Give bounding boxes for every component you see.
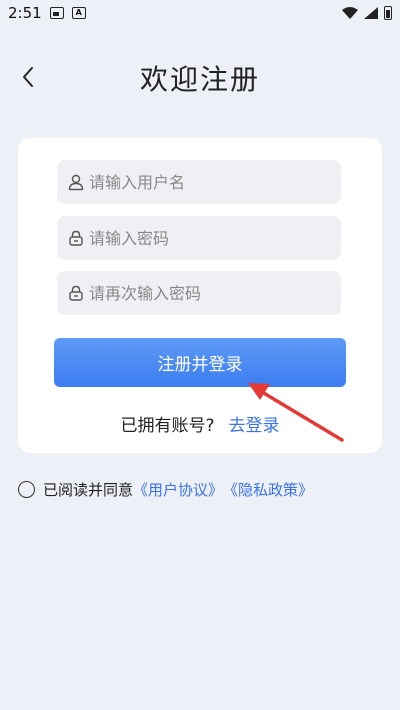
image-notification-icon — [49, 7, 64, 19]
wifi-icon — [342, 7, 358, 19]
privacy-policy-link[interactable]: 《隐私政策》 — [223, 479, 313, 500]
register-login-button[interactable]: 注册并登录 — [54, 338, 346, 387]
password-field[interactable] — [57, 216, 341, 260]
login-prompt: 已拥有账号? — [120, 416, 215, 436]
login-row: 已拥有账号? 去登录 — [18, 411, 382, 436]
username-field[interactable] — [57, 160, 341, 204]
agreement-row: 已阅读并同意 《用户协议》 《隐私政策》 — [18, 479, 313, 500]
status-time: 2:51 — [8, 4, 42, 22]
app-notification-icon: A — [71, 7, 86, 19]
password-input[interactable] — [89, 228, 341, 248]
status-right — [342, 6, 392, 20]
status-bar: 2:51 A — [0, 0, 400, 26]
signal-icon — [364, 7, 378, 19]
confirm-password-field[interactable] — [57, 271, 341, 315]
agree-radio[interactable] — [18, 481, 35, 498]
user-icon — [68, 174, 84, 191]
username-input[interactable] — [89, 172, 341, 192]
lock-icon — [69, 285, 83, 301]
agreement-prefix: 已阅读并同意 — [43, 481, 134, 499]
register-card: 注册并登录 已拥有账号? 去登录 — [18, 138, 382, 453]
header: 欢迎注册 — [0, 52, 400, 102]
battery-icon — [384, 6, 392, 20]
status-left: 2:51 A — [8, 4, 86, 22]
go-login-link[interactable]: 去登录 — [229, 416, 280, 436]
lock-icon — [69, 230, 83, 246]
page-title: 欢迎注册 — [139, 63, 260, 96]
confirm-password-input[interactable] — [89, 283, 341, 303]
user-agreement-link[interactable]: 《用户协议》 — [133, 479, 223, 500]
